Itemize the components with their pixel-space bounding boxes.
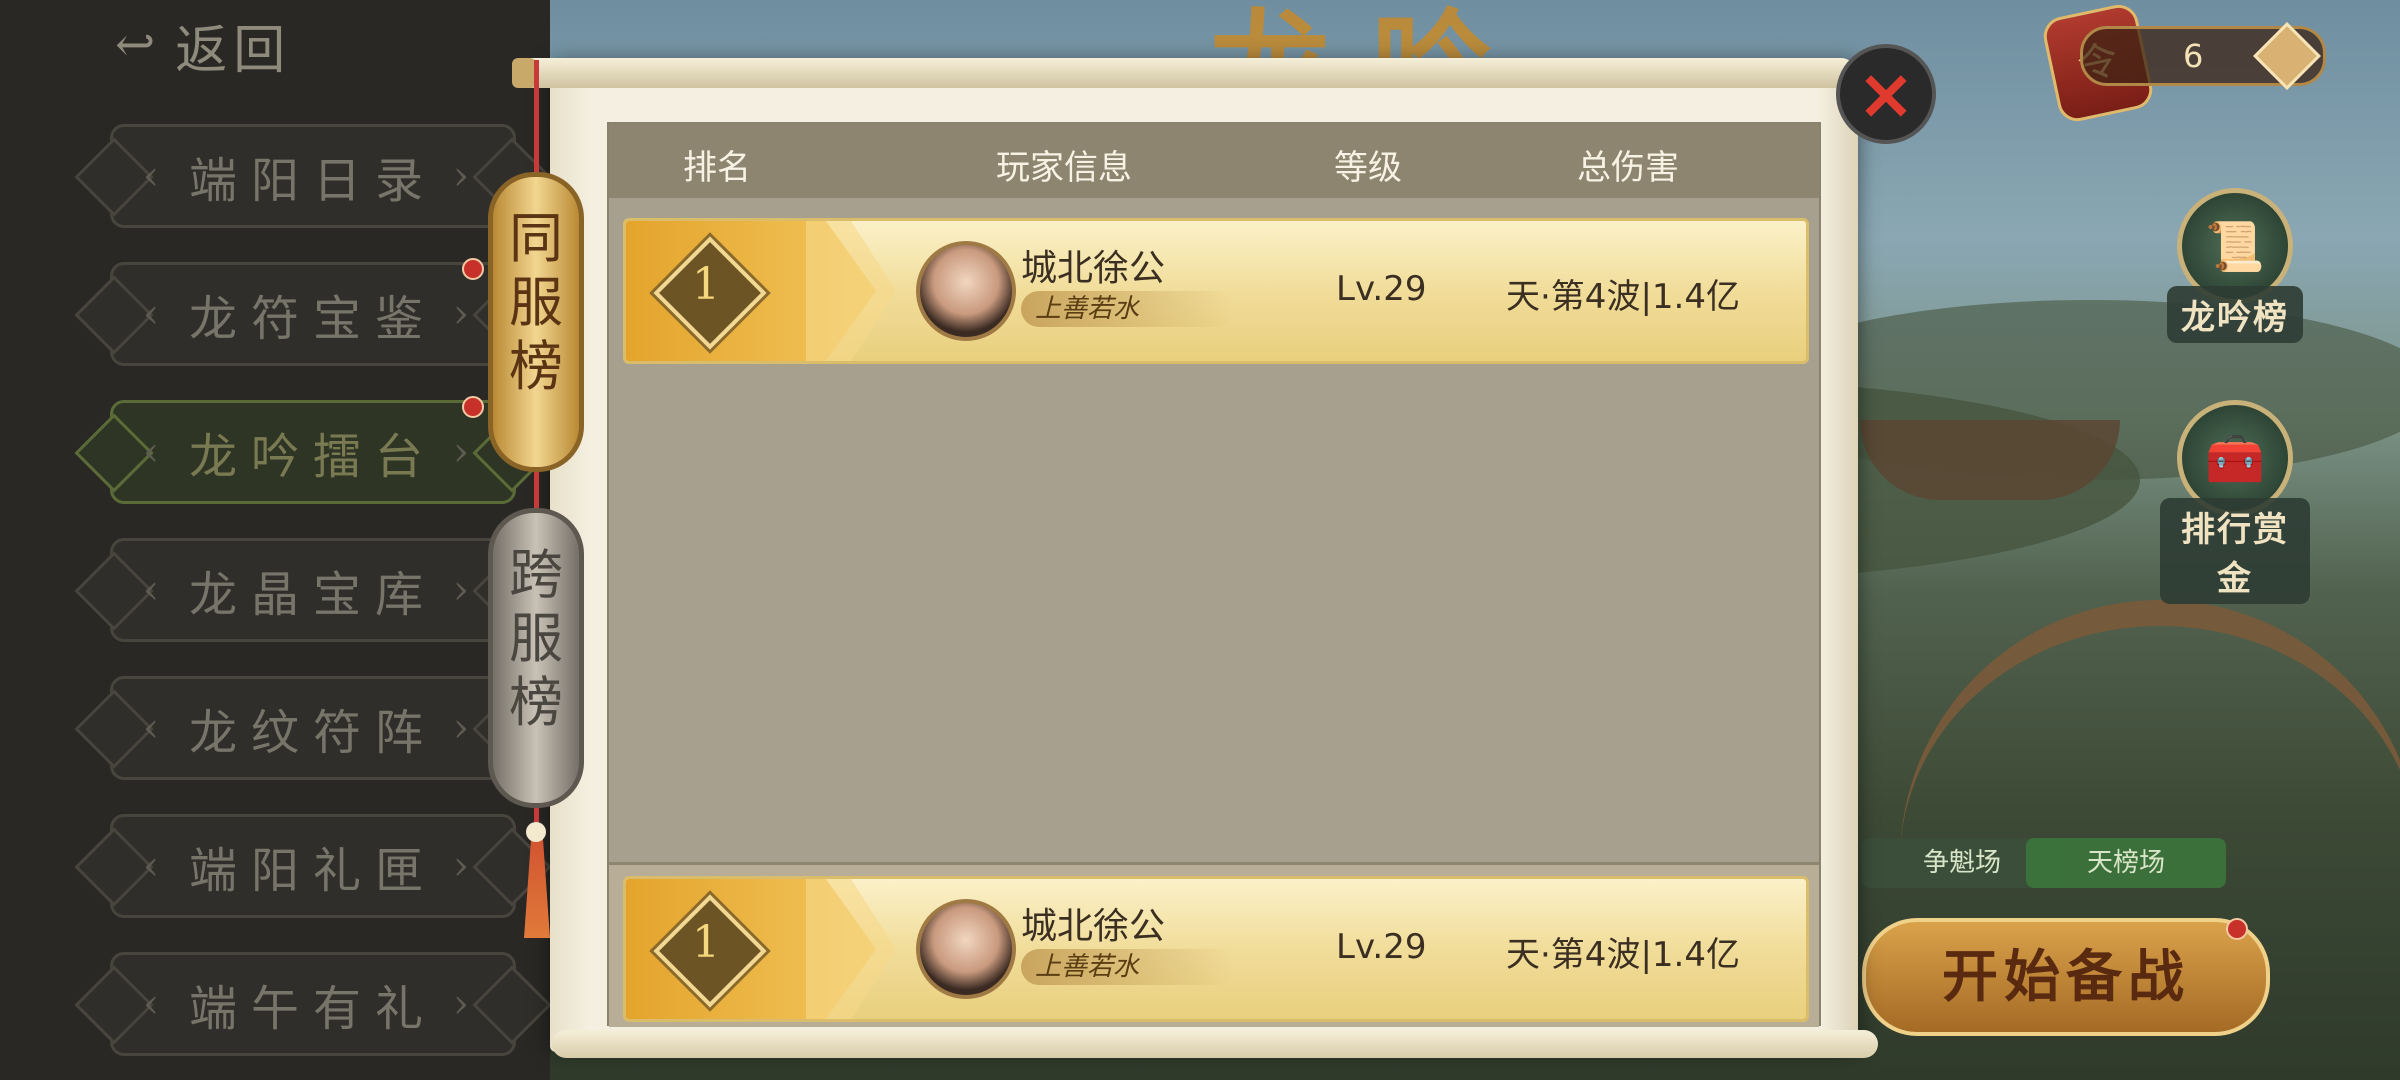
rank-reward-label: 排行赏金 xyxy=(2160,498,2310,604)
rank-band-accent xyxy=(806,221,896,361)
scroll-top-rod xyxy=(516,58,1856,88)
chevron-left-icon: ‹ xyxy=(143,567,173,613)
header-level: 等级 xyxy=(1334,148,1402,188)
chevron-left-icon: ‹ xyxy=(143,429,173,475)
close-icon: × xyxy=(1856,53,1916,135)
back-label: 返回 xyxy=(175,20,292,81)
chevron-right-icon: › xyxy=(453,567,483,613)
tab-cord xyxy=(534,472,539,508)
back-button[interactable]: ↩ 返回 xyxy=(115,10,292,81)
player-name: 城北徐公 xyxy=(1021,906,1166,947)
scroll-rod-cap xyxy=(512,58,536,88)
menu-label: 龙晶宝库 xyxy=(188,567,437,623)
tab-same-server[interactable]: 同服榜 xyxy=(488,172,584,472)
chevron-left-icon: ‹ xyxy=(143,981,173,1027)
menu-label: 龙吟擂台 xyxy=(188,429,437,485)
chevron-right-icon: › xyxy=(453,429,483,475)
menu-label: 端阳礼匣 xyxy=(188,843,437,899)
player-avatar[interactable] xyxy=(916,241,1016,341)
scroll-bottom-rod xyxy=(552,1030,1878,1058)
header-rank: 排名 xyxy=(683,148,751,188)
menu-label: 端阳日录 xyxy=(188,153,437,209)
player-title-badge: 上善若水 xyxy=(1021,949,1235,985)
header-damage: 总伤害 xyxy=(1577,148,1679,188)
menu-item-5[interactable]: ‹ 龙纹符阵 › xyxy=(110,676,516,780)
plus-diamond-icon[interactable] xyxy=(2253,22,2321,90)
tab-cross-server[interactable]: 跨服榜 xyxy=(488,508,584,808)
player-name: 城北徐公 xyxy=(1021,248,1166,289)
menu-item-3[interactable]: ‹ 龙吟擂台 › xyxy=(110,400,516,504)
rank-number: 1 xyxy=(692,259,720,310)
dragon-ranking-button[interactable]: 📜 龙吟榜 xyxy=(2160,188,2310,343)
player-title-badge: 上善若水 xyxy=(1021,291,1235,327)
menu-item-6[interactable]: ‹ 端阳礼匣 › xyxy=(110,814,516,918)
dragon-ranking-label: 龙吟榜 xyxy=(2167,286,2303,343)
chevron-right-icon: › xyxy=(453,981,483,1027)
player-level: Lv.29 xyxy=(1336,927,1427,967)
back-swirl-icon: ↩ xyxy=(115,17,162,73)
menu-item-1[interactable]: ‹ 端阳日录 › xyxy=(110,124,516,228)
bead-decoration xyxy=(526,822,546,842)
chevron-right-icon: › xyxy=(453,153,483,199)
currency-counter[interactable]: 6 xyxy=(2080,22,2326,90)
table-row[interactable]: 1 城北徐公 上善若水 Lv.29 天·第4波|1.4亿 xyxy=(623,218,1809,364)
header-player: 玩家信息 xyxy=(996,148,1132,188)
player-damage: 天·第4波|1.4亿 xyxy=(1506,935,1740,975)
close-button[interactable]: × xyxy=(1836,44,1936,144)
chevron-right-icon: › xyxy=(453,843,483,889)
menu-label: 端午有礼 xyxy=(188,981,437,1037)
chevron-left-icon: ‹ xyxy=(143,705,173,751)
player-level: Lv.29 xyxy=(1336,269,1427,309)
rank-band-accent xyxy=(806,879,896,1019)
ranking-table: 排名 玩家信息 等级 总伤害 1 城北徐公 上善若水 Lv.29 天·第4波|1… xyxy=(607,122,1821,1027)
notification-dot xyxy=(462,396,484,418)
notification-dot xyxy=(462,258,484,280)
left-menu-panel: ↩ 返回 ‹ 端阳日录 › ‹ 龙符宝鉴 › ‹ 龙吟擂台 › ‹ 龙晶宝库 ›… xyxy=(0,0,550,1080)
chevron-right-icon: › xyxy=(453,291,483,337)
menu-label: 龙纹符阵 xyxy=(188,705,437,761)
self-rank-row[interactable]: 1 城北徐公 上善若水 Lv.29 天·第4波|1.4亿 xyxy=(623,876,1809,1022)
menu-label: 龙符宝鉴 xyxy=(188,291,437,347)
menu-item-7[interactable]: ‹ 端午有礼 › xyxy=(110,952,516,1056)
chevron-left-icon: ‹ xyxy=(143,153,173,199)
notification-dot xyxy=(2226,918,2248,940)
dragon-boat-image xyxy=(1860,420,2120,500)
player-damage: 天·第4波|1.4亿 xyxy=(1506,277,1740,317)
table-header: 排名 玩家信息 等级 总伤害 xyxy=(609,124,1819,198)
arena-tab-2[interactable]: 天榜场 xyxy=(2026,838,2226,888)
tab-cord xyxy=(534,60,539,172)
counter-value: 6 xyxy=(2183,37,2204,75)
player-avatar[interactable] xyxy=(916,899,1016,999)
chevron-right-icon: › xyxy=(453,705,483,751)
menu-item-2[interactable]: ‹ 龙符宝鉴 › xyxy=(110,262,516,366)
chevron-left-icon: ‹ xyxy=(143,843,173,889)
start-prepare-button[interactable]: 开始备战 xyxy=(1862,918,2270,1036)
rank-reward-button[interactable]: 🧰 排行赏金 xyxy=(2160,400,2310,604)
chevron-left-icon: ‹ xyxy=(143,291,173,337)
rank-number: 1 xyxy=(692,917,720,968)
menu-item-4[interactable]: ‹ 龙晶宝库 › xyxy=(110,538,516,642)
